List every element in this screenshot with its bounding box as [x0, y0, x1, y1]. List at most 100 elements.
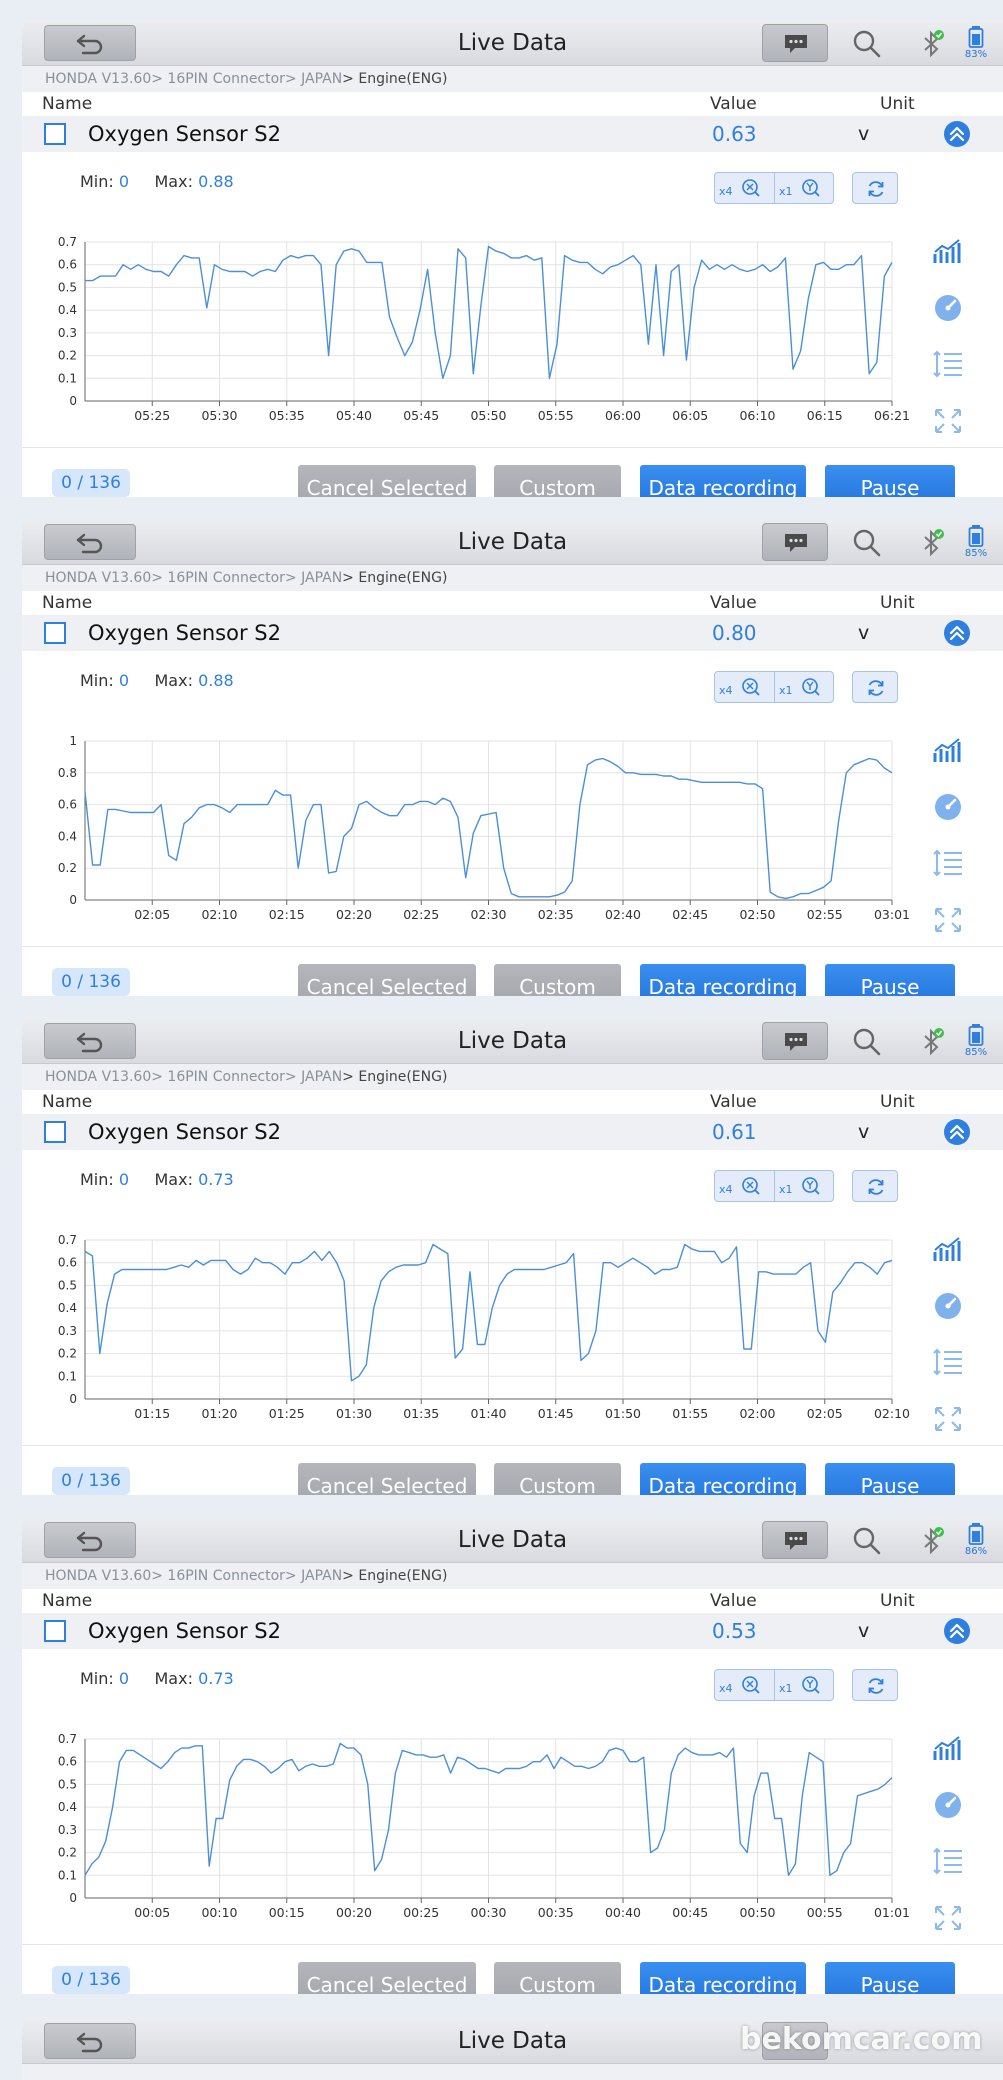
cancel-selected-button[interactable]: Cancel Selected [298, 1962, 476, 1994]
sensor-checkbox[interactable] [44, 622, 66, 644]
sensor-row[interactable]: Oxygen Sensor S2 0.63 v [22, 116, 1003, 152]
sensor-name: Oxygen Sensor S2 [88, 1619, 281, 1643]
cancel-selected-button[interactable]: Cancel Selected [298, 465, 476, 497]
pause-button[interactable]: Pause [825, 1463, 955, 1495]
line-chart[interactable]: 0 0.1 0.2 0.3 0.4 0.5 0.6 0.7 05:25 05:30 05:35 05:… [22, 215, 922, 445]
refresh-button[interactable] [852, 1669, 898, 1701]
x-tick-label: 05:35 [269, 408, 305, 423]
gauge-icon[interactable] [932, 791, 964, 821]
data-recording-button[interactable]: Data recording [640, 964, 806, 996]
breadcrumb-current: > Engine(ENG) [342, 71, 448, 87]
min-max-readout: Min: 0 Max: 0.88 [80, 172, 234, 191]
search-icon[interactable] [852, 1027, 882, 1057]
screenshot-collage: Live Data 83% HONDA V13.60> 16PIN Connec… [0, 0, 1003, 2080]
battery-percentage: 86% [964, 1546, 988, 1557]
sensor-name: Oxygen Sensor S2 [88, 621, 281, 645]
refresh-button[interactable] [852, 172, 898, 204]
zoom-x-icon[interactable] [741, 677, 761, 697]
data-recording-button[interactable]: Data recording [640, 1962, 806, 1994]
sensor-row[interactable]: Oxygen Sensor S2 0.61 v [22, 1114, 1003, 1150]
x-tick-label: 05:45 [403, 408, 439, 423]
gauge-icon[interactable] [932, 292, 964, 322]
y-tick-label: 0.2 [58, 861, 77, 875]
column-header-name: Name [42, 94, 93, 114]
message-button[interactable] [762, 1521, 828, 1559]
top-bar: Live Data [22, 1018, 1003, 1064]
live-data-panel: Live Data [22, 1517, 1003, 1994]
list-icon[interactable] [932, 849, 964, 877]
message-button[interactable] [762, 523, 828, 561]
zoom-y-icon[interactable] [801, 1675, 821, 1695]
custom-button[interactable]: Custom [494, 964, 621, 996]
bottom-toolbar: 0 / 136 Cancel Selected Custom Data reco… [22, 1445, 1003, 1495]
zoom-x-icon[interactable] [741, 1176, 761, 1196]
zoom-y-icon[interactable] [801, 178, 821, 198]
refresh-button[interactable] [852, 1170, 898, 1202]
zoom-x-icon[interactable] [741, 1675, 761, 1695]
trend-chart-icon[interactable] [932, 1236, 964, 1264]
fullscreen-icon[interactable] [932, 905, 964, 935]
search-icon[interactable] [852, 29, 882, 59]
list-icon[interactable] [932, 350, 964, 378]
list-icon[interactable] [932, 1348, 964, 1376]
line-chart[interactable]: 0 0.2 0.4 0.6 0.8 1 02:05 02:10 02:15 02:20 02:25 0… [22, 714, 922, 944]
line-chart[interactable]: 0 0.1 0.2 0.3 0.4 0.5 0.6 0.7 00:05 00:10 00:15 00:… [22, 1712, 922, 1942]
collapse-button[interactable] [944, 620, 970, 646]
x-tick-label: 01:35 [403, 1406, 439, 1421]
sensor-checkbox[interactable] [44, 1121, 66, 1143]
gauge-icon[interactable] [932, 1789, 964, 1819]
x-tick-label: 01:40 [470, 1406, 506, 1421]
trend-chart-icon[interactable] [932, 737, 964, 765]
refresh-button[interactable] [852, 671, 898, 703]
data-recording-button[interactable]: Data recording [640, 465, 806, 497]
list-icon[interactable] [932, 1847, 964, 1875]
fullscreen-icon[interactable] [932, 1903, 964, 1933]
x-tick-label: 00:05 [134, 1905, 170, 1920]
x-tick-label: 00:40 [605, 1905, 641, 1920]
x-tick-label: 05:40 [336, 408, 372, 423]
zoom-x-icon[interactable] [741, 178, 761, 198]
min-max-readout: Min: 0 Max: 0.88 [80, 671, 234, 690]
collapse-button[interactable] [944, 1119, 970, 1145]
search-icon[interactable] [852, 528, 882, 558]
sensor-row[interactable]: Oxygen Sensor S2 0.80 v [22, 615, 1003, 651]
collapse-button[interactable] [944, 1618, 970, 1644]
zoom-y-icon[interactable] [801, 1176, 821, 1196]
trend-chart-icon[interactable] [932, 238, 964, 266]
y-tick-label: 0.1 [58, 1369, 77, 1383]
pause-button[interactable]: Pause [825, 465, 955, 497]
trend-chart-icon[interactable] [932, 1735, 964, 1763]
sensor-checkbox[interactable] [44, 123, 66, 145]
custom-button[interactable]: Custom [494, 465, 621, 497]
search-icon[interactable] [852, 1526, 882, 1556]
zoom-y-icon[interactable] [801, 677, 821, 697]
cancel-selected-button[interactable]: Cancel Selected [298, 964, 476, 996]
battery-icon: 85% [962, 1023, 990, 1061]
x-tick-label: 00:55 [807, 1905, 843, 1920]
x-tick-label: 01:30 [336, 1406, 372, 1421]
message-button[interactable] [762, 1022, 828, 1060]
battery-percentage: 85% [964, 1047, 988, 1058]
pause-button[interactable]: Pause [825, 964, 955, 996]
min-value: 0 [118, 671, 130, 690]
sensor-value: 0.61 [712, 1120, 757, 1144]
message-button[interactable] [762, 24, 828, 62]
fullscreen-icon[interactable] [932, 1404, 964, 1434]
x-tick-label: 06:15 [807, 408, 843, 423]
sensor-checkbox[interactable] [44, 1620, 66, 1642]
zoom-controls: x4 x1 [714, 172, 834, 204]
custom-button[interactable]: Custom [494, 1962, 621, 1994]
gauge-icon[interactable] [932, 1290, 964, 1320]
collapse-button[interactable] [944, 121, 970, 147]
x-tick-label: 02:35 [538, 907, 574, 922]
custom-button[interactable]: Custom [494, 1463, 621, 1495]
zoom-x-factor: x4 [719, 684, 733, 697]
cancel-selected-button[interactable]: Cancel Selected [298, 1463, 476, 1495]
sensor-row[interactable]: Oxygen Sensor S2 0.53 v [22, 1613, 1003, 1649]
data-recording-button[interactable]: Data recording [640, 1463, 806, 1495]
pause-button[interactable]: Pause [825, 1962, 955, 1994]
column-header-value: Value [710, 1591, 757, 1611]
x-tick-label: 01:50 [605, 1406, 641, 1421]
fullscreen-icon[interactable] [932, 406, 964, 436]
line-chart[interactable]: 0 0.1 0.2 0.3 0.4 0.5 0.6 0.7 01:15 01:20 01:25 01:… [22, 1213, 922, 1443]
